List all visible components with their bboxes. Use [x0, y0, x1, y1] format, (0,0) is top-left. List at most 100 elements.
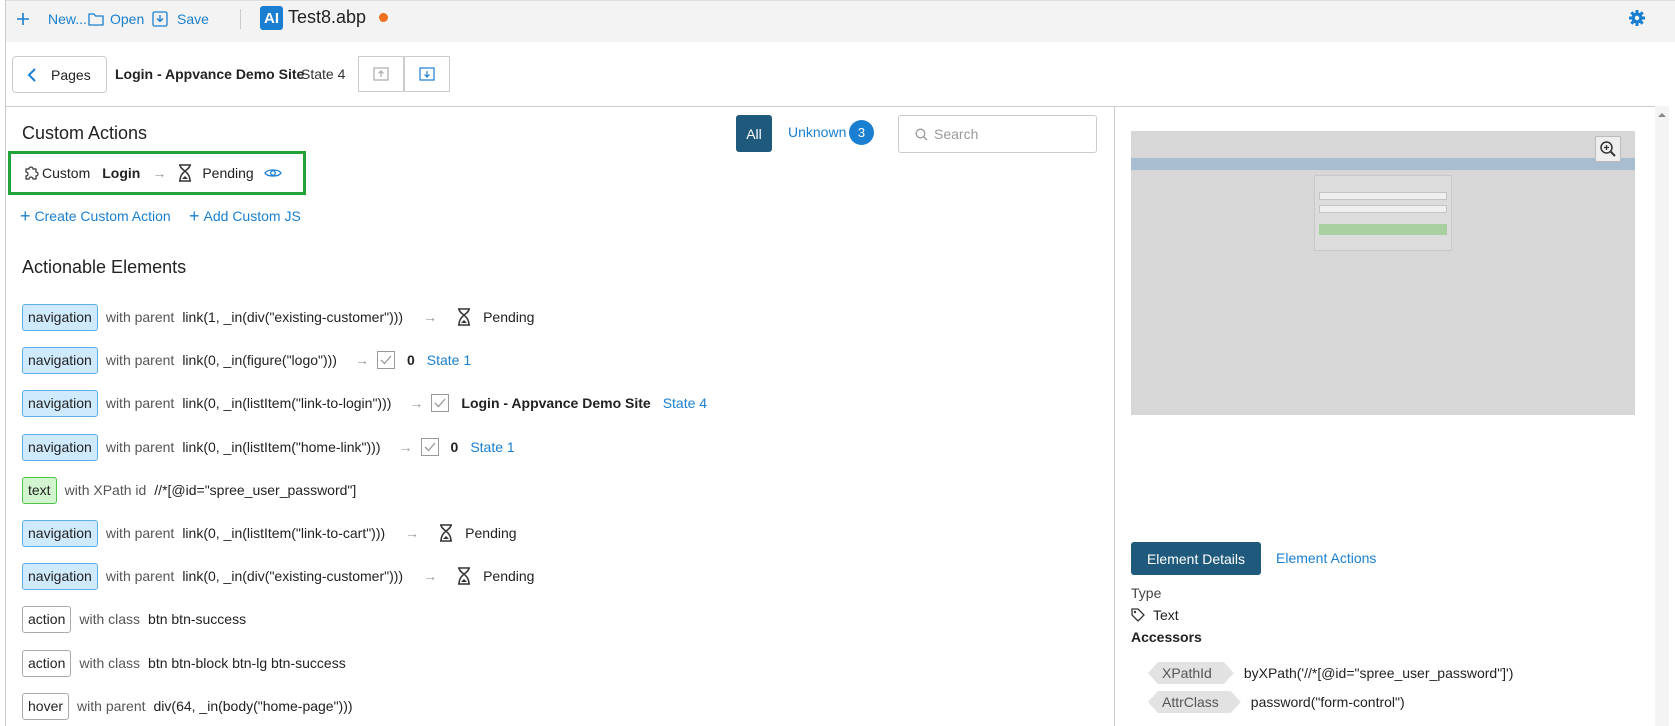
download-button[interactable] [404, 56, 450, 92]
element-selector: //*[@id="spree_user_password"] [154, 482, 357, 498]
save-icon [152, 11, 168, 27]
element-status: Pending [483, 568, 535, 584]
check-icon [376, 351, 395, 369]
element-row[interactable]: navigation with parent link(0, _in(listI… [22, 389, 707, 417]
settings-gear-icon[interactable] [1628, 9, 1646, 30]
download-icon [419, 67, 435, 81]
arrow-right-icon: → [398, 439, 413, 455]
state-link[interactable]: State 1 [427, 352, 471, 368]
element-row[interactable]: action with class btn btn-success [22, 605, 246, 633]
element-selector: link(0, _in(figure("logo"))) [182, 352, 337, 368]
element-qualifier: with parent [105, 395, 175, 411]
element-tag: navigation [22, 519, 98, 547]
element-qualifier: with parent [105, 525, 175, 541]
element-selector: link(0, _in(listItem("link-to-login"))) [182, 395, 392, 411]
element-status: Pending [483, 309, 535, 325]
check-icon [431, 394, 450, 412]
element-row[interactable]: text with XPath id //*[@id="spree_user_p… [22, 476, 356, 504]
scroll-up-icon[interactable] [1655, 110, 1669, 120]
save-label: Save [177, 11, 209, 27]
preview-login-button [1319, 224, 1447, 235]
app-logo-icon: AI [260, 6, 283, 30]
element-row[interactable]: navigation with parent link(0, _in(listI… [22, 433, 515, 461]
custom-action-type: Custom [42, 165, 91, 181]
type-value-text: Text [1153, 607, 1179, 623]
element-row[interactable]: navigation with parent link(0, _in(listI… [22, 519, 517, 547]
new-button[interactable]: New... [16, 9, 87, 29]
element-qualifier: with class [79, 655, 141, 671]
element-row[interactable]: hover with parent div(64, _in(body("home… [22, 692, 353, 720]
tab-element-details[interactable]: Element Details [1131, 542, 1261, 575]
upload-button[interactable] [358, 56, 404, 92]
hourglass-icon [440, 524, 453, 542]
state-link[interactable]: State 4 [663, 395, 707, 411]
arrow-right-icon: → [405, 525, 420, 541]
arrow-right-icon: → [423, 568, 438, 584]
element-selector: link(0, _in(div("existing-customer"))) [182, 568, 404, 584]
eye-icon[interactable] [263, 167, 282, 179]
add-custom-js-button[interactable]: + Add Custom JS [189, 206, 301, 226]
open-button[interactable]: Open [88, 9, 144, 29]
create-custom-action-button[interactable]: + Create Custom Action [20, 207, 171, 225]
hourglass-icon [458, 308, 471, 326]
tab-element-actions[interactable]: Element Actions [1276, 550, 1376, 566]
element-row[interactable]: navigation with parent link(1, _in(div("… [22, 303, 534, 331]
filter-unknown-button[interactable]: Unknown [788, 124, 846, 140]
element-tag: action [22, 649, 72, 677]
pages-label: Pages [51, 66, 91, 83]
plus-icon: + [189, 206, 200, 226]
scrollbar[interactable] [1655, 106, 1669, 726]
element-count: 0 [450, 439, 459, 455]
element-row[interactable]: navigation with parent link(0, _in(div("… [22, 562, 534, 590]
state-link[interactable]: State 1 [470, 439, 514, 455]
preview-password-field [1319, 205, 1447, 213]
new-label: New... [48, 11, 87, 27]
accessor-value: byXPath('//*[@id="spree_user_password"]'… [1243, 665, 1514, 681]
element-row[interactable]: navigation with parent link(0, _in(figur… [22, 346, 471, 374]
accessor-row[interactable]: XPathId byXPath('//*[@id="spree_user_pas… [1148, 662, 1513, 684]
element-qualifier: with XPath id [64, 482, 147, 498]
search-box[interactable] [898, 115, 1097, 153]
folder-icon [88, 13, 104, 26]
element-qualifier: with parent [105, 352, 175, 368]
element-qualifier: with class [79, 611, 141, 627]
element-qualifier: with parent [105, 568, 175, 584]
accessors-heading: Accessors [1131, 629, 1202, 645]
zoom-in-icon[interactable] [1595, 136, 1621, 162]
preview-login-form [1314, 175, 1452, 251]
custom-action-item[interactable]: Custom Login → Pending [8, 151, 306, 195]
top-toolbar: New... Open Save AI Test8.abp [6, 0, 1675, 42]
open-label: Open [110, 11, 145, 27]
accessor-kind: AttrClass [1148, 691, 1241, 713]
header-divider [6, 106, 1661, 107]
element-row[interactable]: action with class btn btn-block btn-lg b… [22, 649, 346, 677]
state-label: State 4 [301, 66, 346, 82]
element-tag: navigation [22, 562, 98, 590]
element-tag: navigation [22, 433, 98, 461]
type-value: Text [1131, 607, 1179, 623]
upload-icon [373, 67, 389, 81]
element-tag: navigation [22, 303, 98, 331]
element-selector: link(1, _in(div("existing-customer"))) [182, 309, 404, 325]
filter-all-button[interactable]: All [736, 115, 772, 152]
pages-back-button[interactable]: Pages [12, 56, 107, 93]
custom-actions-heading: Custom Actions [22, 123, 148, 143]
element-qualifier: with parent [77, 698, 146, 714]
element-count: 0 [406, 352, 415, 368]
element-tag: hover [22, 692, 70, 720]
search-input[interactable] [934, 126, 1084, 142]
element-tag: navigation [22, 346, 98, 374]
hourglass-icon [458, 567, 471, 585]
tag-icon [1131, 608, 1145, 622]
chevron-left-icon [27, 67, 36, 82]
unknown-count-badge: 3 [849, 120, 874, 145]
pane-divider[interactable] [1114, 106, 1115, 726]
element-target-page: Login - Appvance Demo Site [461, 395, 651, 411]
search-icon [915, 128, 928, 140]
type-label: Type [1131, 585, 1162, 601]
accessor-row[interactable]: AttrClass password("form-control") [1148, 691, 1405, 713]
element-qualifier: with parent [105, 439, 175, 455]
unsaved-indicator [379, 13, 388, 22]
save-button[interactable]: Save [152, 9, 209, 29]
hourglass-icon [179, 164, 192, 182]
